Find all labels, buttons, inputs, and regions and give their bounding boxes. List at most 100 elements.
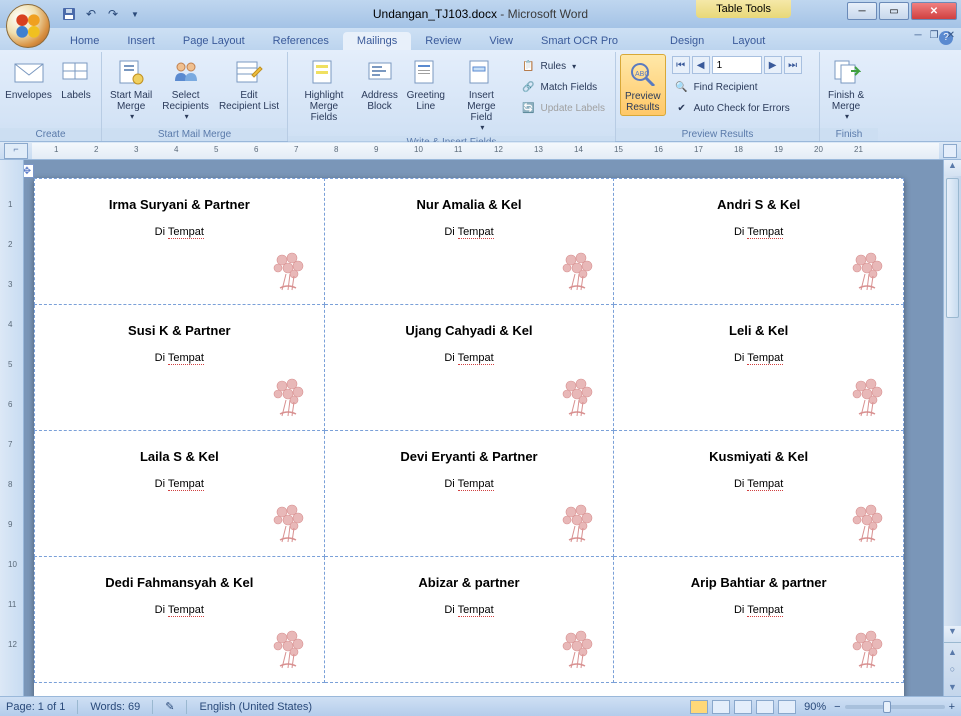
label-cell[interactable]: Kusmiyati & KelDi Tempat (614, 431, 904, 557)
first-record-button[interactable]: ⏮ (672, 56, 690, 74)
rules-button[interactable]: 📋Rules (517, 56, 610, 76)
label-cell[interactable]: Arip Bahtiar & partnerDi Tempat (614, 557, 904, 683)
finish-merge-button[interactable]: Finish & Merge (824, 54, 868, 123)
maximize-button[interactable]: ▭ (879, 2, 909, 20)
start-mail-merge-button[interactable]: Start Mail Merge (106, 54, 156, 123)
select-browse-object-button[interactable]: ○ (950, 664, 955, 674)
label-cell[interactable]: Laila S & KelDi Tempat (35, 431, 325, 557)
doc-restore-icon[interactable]: ❐ (930, 30, 939, 41)
print-layout-view-button[interactable] (690, 700, 708, 714)
tab-review[interactable]: Review (411, 32, 475, 50)
labels-label: Labels (61, 90, 90, 101)
tab-design[interactable]: Design (656, 32, 718, 50)
page-status[interactable]: Page: 1 of 1 (6, 701, 65, 713)
tab-insert[interactable]: Insert (113, 32, 169, 50)
draft-view-button[interactable] (778, 700, 796, 714)
label-cell[interactable]: Leli & KelDi Tempat (614, 305, 904, 431)
horizontal-ruler[interactable]: 123456789101112131415161718192021 (32, 143, 939, 159)
tab-view[interactable]: View (475, 32, 527, 50)
label-cell[interactable]: Susi K & PartnerDi Tempat (35, 305, 325, 431)
rules-icon: 📋 (521, 58, 537, 74)
full-screen-view-button[interactable] (712, 700, 730, 714)
proofing-icon[interactable]: ✎ (165, 700, 174, 713)
highlight-icon (308, 56, 340, 88)
scroll-thumb[interactable] (946, 178, 959, 318)
find-recipient-button[interactable]: 🔍Find Recipient (670, 77, 804, 97)
save-icon[interactable] (60, 5, 78, 23)
group-create: Envelopes Labels Create (0, 52, 102, 141)
last-record-button[interactable]: ⏭ (784, 56, 802, 74)
place-text: Di Tempat (624, 478, 893, 490)
flower-icon (266, 250, 310, 294)
flower-icon (266, 628, 310, 672)
vertical-scrollbar[interactable]: ▲ ▼ ▲ ○ ▼ (943, 160, 961, 696)
word-count[interactable]: Words: 69 (90, 701, 140, 713)
scroll-down-button[interactable]: ▼ (944, 626, 961, 642)
place-text: Di Tempat (45, 478, 314, 490)
label-cell[interactable]: Dedi Fahmansyah & KelDi Tempat (35, 557, 325, 683)
office-button[interactable] (6, 4, 50, 48)
label-cell[interactable]: Devi Eryanti & PartnerDi Tempat (324, 431, 614, 557)
zoom-slider-thumb[interactable] (883, 701, 891, 713)
web-layout-view-button[interactable] (734, 700, 752, 714)
ruler-toggle-button[interactable] (943, 144, 957, 158)
tab-smart-ocr[interactable]: Smart OCR Pro (527, 32, 632, 50)
prev-page-button[interactable]: ▲ (948, 647, 957, 657)
vertical-ruler[interactable]: 123456789101112 (0, 160, 24, 696)
label-cell[interactable]: Nur Amalia & KelDi Tempat (324, 179, 614, 305)
select-recipients-button[interactable]: Select Recipients (158, 54, 213, 123)
minimize-button[interactable]: ─ (847, 2, 877, 20)
redo-icon[interactable]: ↷ (104, 5, 122, 23)
group-finish: Finish & Merge Finish (820, 52, 878, 141)
doc-close-icon[interactable]: ✕ (947, 30, 955, 41)
greeting-line-button[interactable]: Greeting Line (403, 54, 448, 114)
zoom-slider[interactable] (845, 705, 945, 709)
close-button[interactable]: ✕ (911, 2, 957, 20)
outline-view-button[interactable] (756, 700, 774, 714)
doc-minimize-icon[interactable]: ─ (915, 30, 922, 41)
label-cell[interactable]: Ujang Cahyadi & KelDi Tempat (324, 305, 614, 431)
language-status[interactable]: English (United States) (199, 701, 312, 713)
prev-record-button[interactable]: ◀ (692, 56, 710, 74)
next-record-button[interactable]: ▶ (764, 56, 782, 74)
table-tools-label: Table Tools (696, 0, 791, 18)
preview-results-button[interactable]: ABCPreview Results (620, 54, 666, 116)
edit-recipient-list-button[interactable]: Edit Recipient List (215, 54, 283, 114)
page-viewport[interactable]: ✥ Irma Suryani & PartnerDi TempatNur Ama… (24, 160, 943, 696)
next-page-button[interactable]: ▼ (948, 682, 957, 692)
tab-home[interactable]: Home (56, 32, 113, 50)
place-text: Di Tempat (624, 352, 893, 364)
tab-mailings[interactable]: Mailings (343, 32, 411, 50)
label-cell[interactable]: Irma Suryani & PartnerDi Tempat (35, 179, 325, 305)
scroll-up-button[interactable]: ▲ (944, 160, 961, 176)
flower-icon (845, 628, 889, 672)
update-icon: 🔄 (521, 100, 537, 116)
envelopes-button[interactable]: Envelopes (4, 54, 53, 103)
labels-button[interactable]: Labels (55, 54, 97, 103)
tab-references[interactable]: References (259, 32, 343, 50)
insert-merge-field-button[interactable]: Insert Merge Field (450, 54, 512, 134)
mail-merge-icon (115, 56, 147, 88)
app-name: Microsoft Word (508, 7, 588, 21)
qat-dropdown-icon[interactable]: ▼ (126, 5, 144, 23)
record-number-input[interactable] (712, 56, 762, 74)
label-cell[interactable]: Andri S & KelDi Tempat (614, 179, 904, 305)
table-move-handle[interactable]: ✥ (24, 164, 34, 178)
match-fields-button[interactable]: 🔗Match Fields (517, 77, 610, 97)
ruler-corner[interactable]: ⌐ (4, 143, 28, 159)
highlight-fields-button[interactable]: Highlight Merge Fields (292, 54, 356, 125)
address-block-button[interactable]: Address Block (358, 54, 401, 114)
tab-layout[interactable]: Layout (718, 32, 779, 50)
zoom-in-button[interactable]: + (949, 701, 955, 713)
auto-check-errors-button[interactable]: ✔Auto Check for Errors (670, 98, 804, 118)
tab-page-layout[interactable]: Page Layout (169, 32, 259, 50)
zoom-level[interactable]: 90% (804, 701, 826, 713)
undo-icon[interactable]: ↶ (82, 5, 100, 23)
label-cell[interactable]: Abizar & partnerDi Tempat (324, 557, 614, 683)
group-preview-results: ABCPreview Results ⏮ ◀ ▶ ⏭ 🔍Find Recipie… (616, 52, 820, 141)
recipient-name: Ujang Cahyadi & Kel (335, 323, 604, 338)
preview-icon: ABC (627, 57, 659, 89)
finish-label: Finish & Merge (828, 90, 864, 112)
zoom-out-button[interactable]: − (834, 701, 840, 713)
record-navigation: ⏮ ◀ ▶ ⏭ (670, 54, 804, 76)
